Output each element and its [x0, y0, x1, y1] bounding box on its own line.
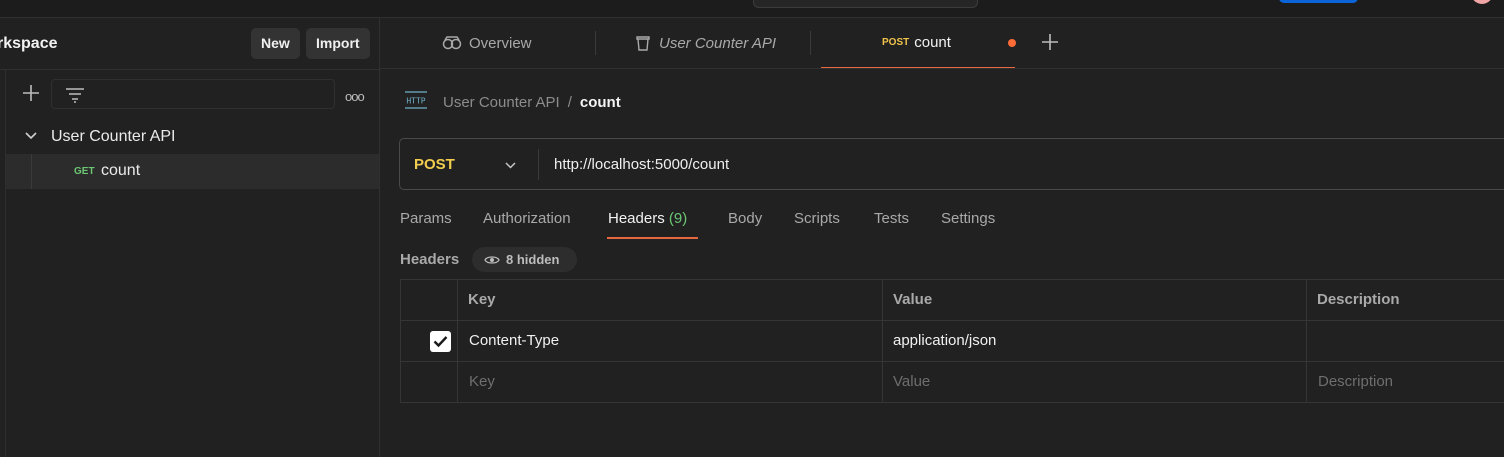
new-tab-icon[interactable]	[1039, 31, 1061, 57]
tab-collection-label: User Counter API	[659, 34, 776, 52]
add-collection-icon[interactable]	[20, 82, 42, 104]
tab-scripts[interactable]: Scripts	[794, 210, 840, 227]
filter-icon[interactable]	[64, 86, 86, 108]
collection-item[interactable]: User Counter API	[6, 119, 379, 153]
new-description-input[interactable]: Description	[1318, 362, 1393, 402]
request-url-bar: POST http://localhost:5000/count	[399, 138, 1504, 190]
import-button[interactable]: Import	[306, 28, 370, 59]
header-enabled-checkbox[interactable]	[430, 331, 451, 352]
hidden-headers-toggle[interactable]: 8 hidden	[472, 247, 577, 272]
tab-method-badge: POST	[882, 37, 910, 48]
url-divider	[538, 149, 539, 180]
new-button[interactable]: New	[251, 28, 300, 59]
tab-headers[interactable]: Headers (9)	[608, 210, 687, 227]
tab-authorization[interactable]: Authorization	[483, 210, 571, 227]
sidebar: rkspace New Import ooo User Counter API …	[0, 18, 380, 457]
breadcrumb-parent[interactable]: User Counter API	[443, 94, 560, 111]
more-options-icon[interactable]: ooo	[345, 89, 365, 104]
chevron-down-icon[interactable]	[504, 159, 517, 176]
new-value-input[interactable]: Value	[893, 362, 930, 402]
tab-tests[interactable]: Tests	[874, 210, 909, 227]
tab-request-label: count	[914, 34, 951, 51]
filter-input[interactable]	[51, 79, 335, 109]
collection-label: User Counter API	[51, 128, 176, 145]
tab-overview[interactable]: Overview	[442, 18, 532, 68]
header-value-input[interactable]: application/json	[893, 321, 996, 361]
column-header-description: Description	[1317, 291, 1400, 308]
breadcrumb-separator: /	[567, 93, 572, 111]
top-bar	[0, 0, 1504, 18]
tab-request-count[interactable]: POST count	[821, 18, 1015, 68]
headers-section-title: Headers	[400, 251, 460, 268]
unsaved-dot-icon	[1008, 39, 1016, 47]
column-header-value: Value	[893, 291, 933, 308]
hidden-headers-label: 8 hidden	[506, 252, 560, 267]
tree-guide-line	[31, 154, 32, 189]
request-method-badge: GET	[74, 166, 95, 177]
avatar[interactable]	[1471, 0, 1493, 4]
tab-body[interactable]: Body	[728, 210, 762, 227]
table-header-row: Key Value Description	[401, 280, 1504, 321]
breadcrumb-current[interactable]: count	[580, 94, 621, 111]
request-item[interactable]: GET count	[6, 154, 379, 189]
tab-overview-label: Overview	[469, 34, 532, 52]
new-key-input[interactable]: Key	[469, 362, 495, 402]
headers-count-badge: (9)	[668, 210, 688, 227]
request-label: count	[101, 162, 141, 179]
column-header-key: Key	[468, 291, 496, 308]
tab-divider	[810, 31, 811, 55]
headers-table: Key Value Description Content-Type appli…	[400, 279, 1504, 403]
overview-icon	[442, 35, 462, 51]
eye-icon	[484, 255, 500, 264]
tab-bar: Overview User Counter API POST count	[380, 18, 1504, 69]
global-search-box[interactable]	[753, 0, 978, 8]
http-icon: HTTP	[404, 89, 428, 115]
tab-divider	[595, 31, 596, 55]
upgrade-button[interactable]	[1279, 0, 1358, 3]
sidebar-divider	[0, 69, 380, 70]
tab-headers-label: Headers	[608, 210, 665, 227]
method-select[interactable]: POST	[414, 156, 455, 173]
table-row: Content-Type application/json	[401, 321, 1504, 362]
tab-settings[interactable]: Settings	[941, 210, 995, 227]
breadcrumb: HTTP User Counter API / count	[404, 89, 621, 115]
active-tab-indicator	[607, 237, 698, 239]
svg-text:HTTP: HTTP	[406, 97, 425, 106]
tab-params[interactable]: Params	[400, 210, 452, 227]
url-input[interactable]: http://localhost:5000/count	[554, 156, 729, 173]
workspace-title: rkspace	[0, 35, 58, 52]
collection-icon	[634, 34, 652, 52]
tab-collection[interactable]: User Counter API	[634, 18, 776, 68]
table-row-new: Key Value Description	[401, 362, 1504, 403]
check-icon	[433, 336, 448, 348]
chevron-down-icon[interactable]	[24, 129, 38, 147]
header-key-input[interactable]: Content-Type	[469, 321, 559, 361]
